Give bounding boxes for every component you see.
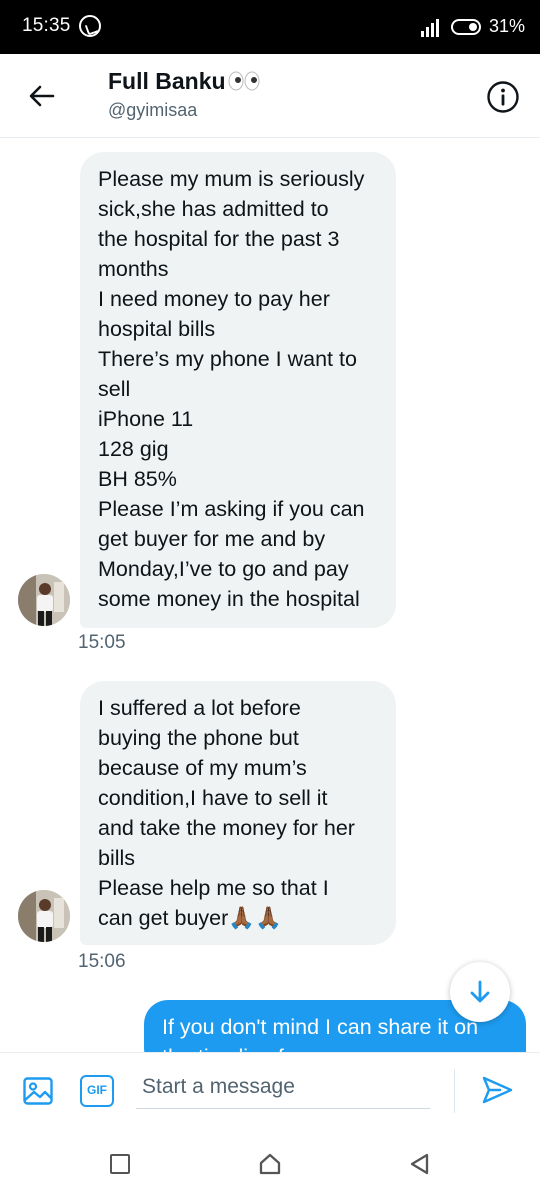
arrow-down-icon xyxy=(470,980,490,1003)
battery-icon xyxy=(451,19,481,35)
composer-divider xyxy=(454,1069,455,1113)
message-input[interactable] xyxy=(136,1065,430,1109)
message-timestamp: 15:06 xyxy=(78,951,126,972)
signal-icon xyxy=(421,17,443,37)
status-bar: 15:35 31% xyxy=(0,0,540,54)
contact-handle: @gyimisaa xyxy=(108,100,198,120)
scroll-to-bottom-button[interactable] xyxy=(450,962,510,1022)
send-icon[interactable] xyxy=(480,1073,514,1107)
conversation-header: Full Banku @gyimisaa xyxy=(0,54,540,138)
status-time: 15:35 xyxy=(22,15,71,36)
contact-name[interactable]: Full Banku xyxy=(108,68,260,95)
gif-button[interactable]: GIF xyxy=(80,1075,114,1107)
contact-name-text: Full Banku xyxy=(108,68,226,94)
system-navigation-bar xyxy=(0,1132,540,1200)
incoming-message-bubble[interactable]: Please my mum is seriously sick,she has … xyxy=(80,152,396,628)
home-icon[interactable] xyxy=(258,1152,282,1176)
back-triangle-icon[interactable] xyxy=(408,1152,430,1176)
avatar[interactable] xyxy=(18,890,70,942)
eyes-emoji-icon xyxy=(228,71,260,91)
image-icon[interactable] xyxy=(22,1075,54,1107)
battery-level: 31% xyxy=(489,16,526,36)
whatsapp-notification-icon xyxy=(79,15,101,37)
message-timestamp: 15:05 xyxy=(78,632,126,653)
arrow-left-icon[interactable] xyxy=(26,80,58,112)
recent-apps-icon[interactable] xyxy=(110,1154,130,1174)
avatar[interactable] xyxy=(18,574,70,626)
message-composer: GIF xyxy=(0,1052,540,1132)
incoming-message-bubble[interactable]: I suffered a lot before buying the phone… xyxy=(80,681,396,945)
info-icon[interactable] xyxy=(486,80,520,114)
